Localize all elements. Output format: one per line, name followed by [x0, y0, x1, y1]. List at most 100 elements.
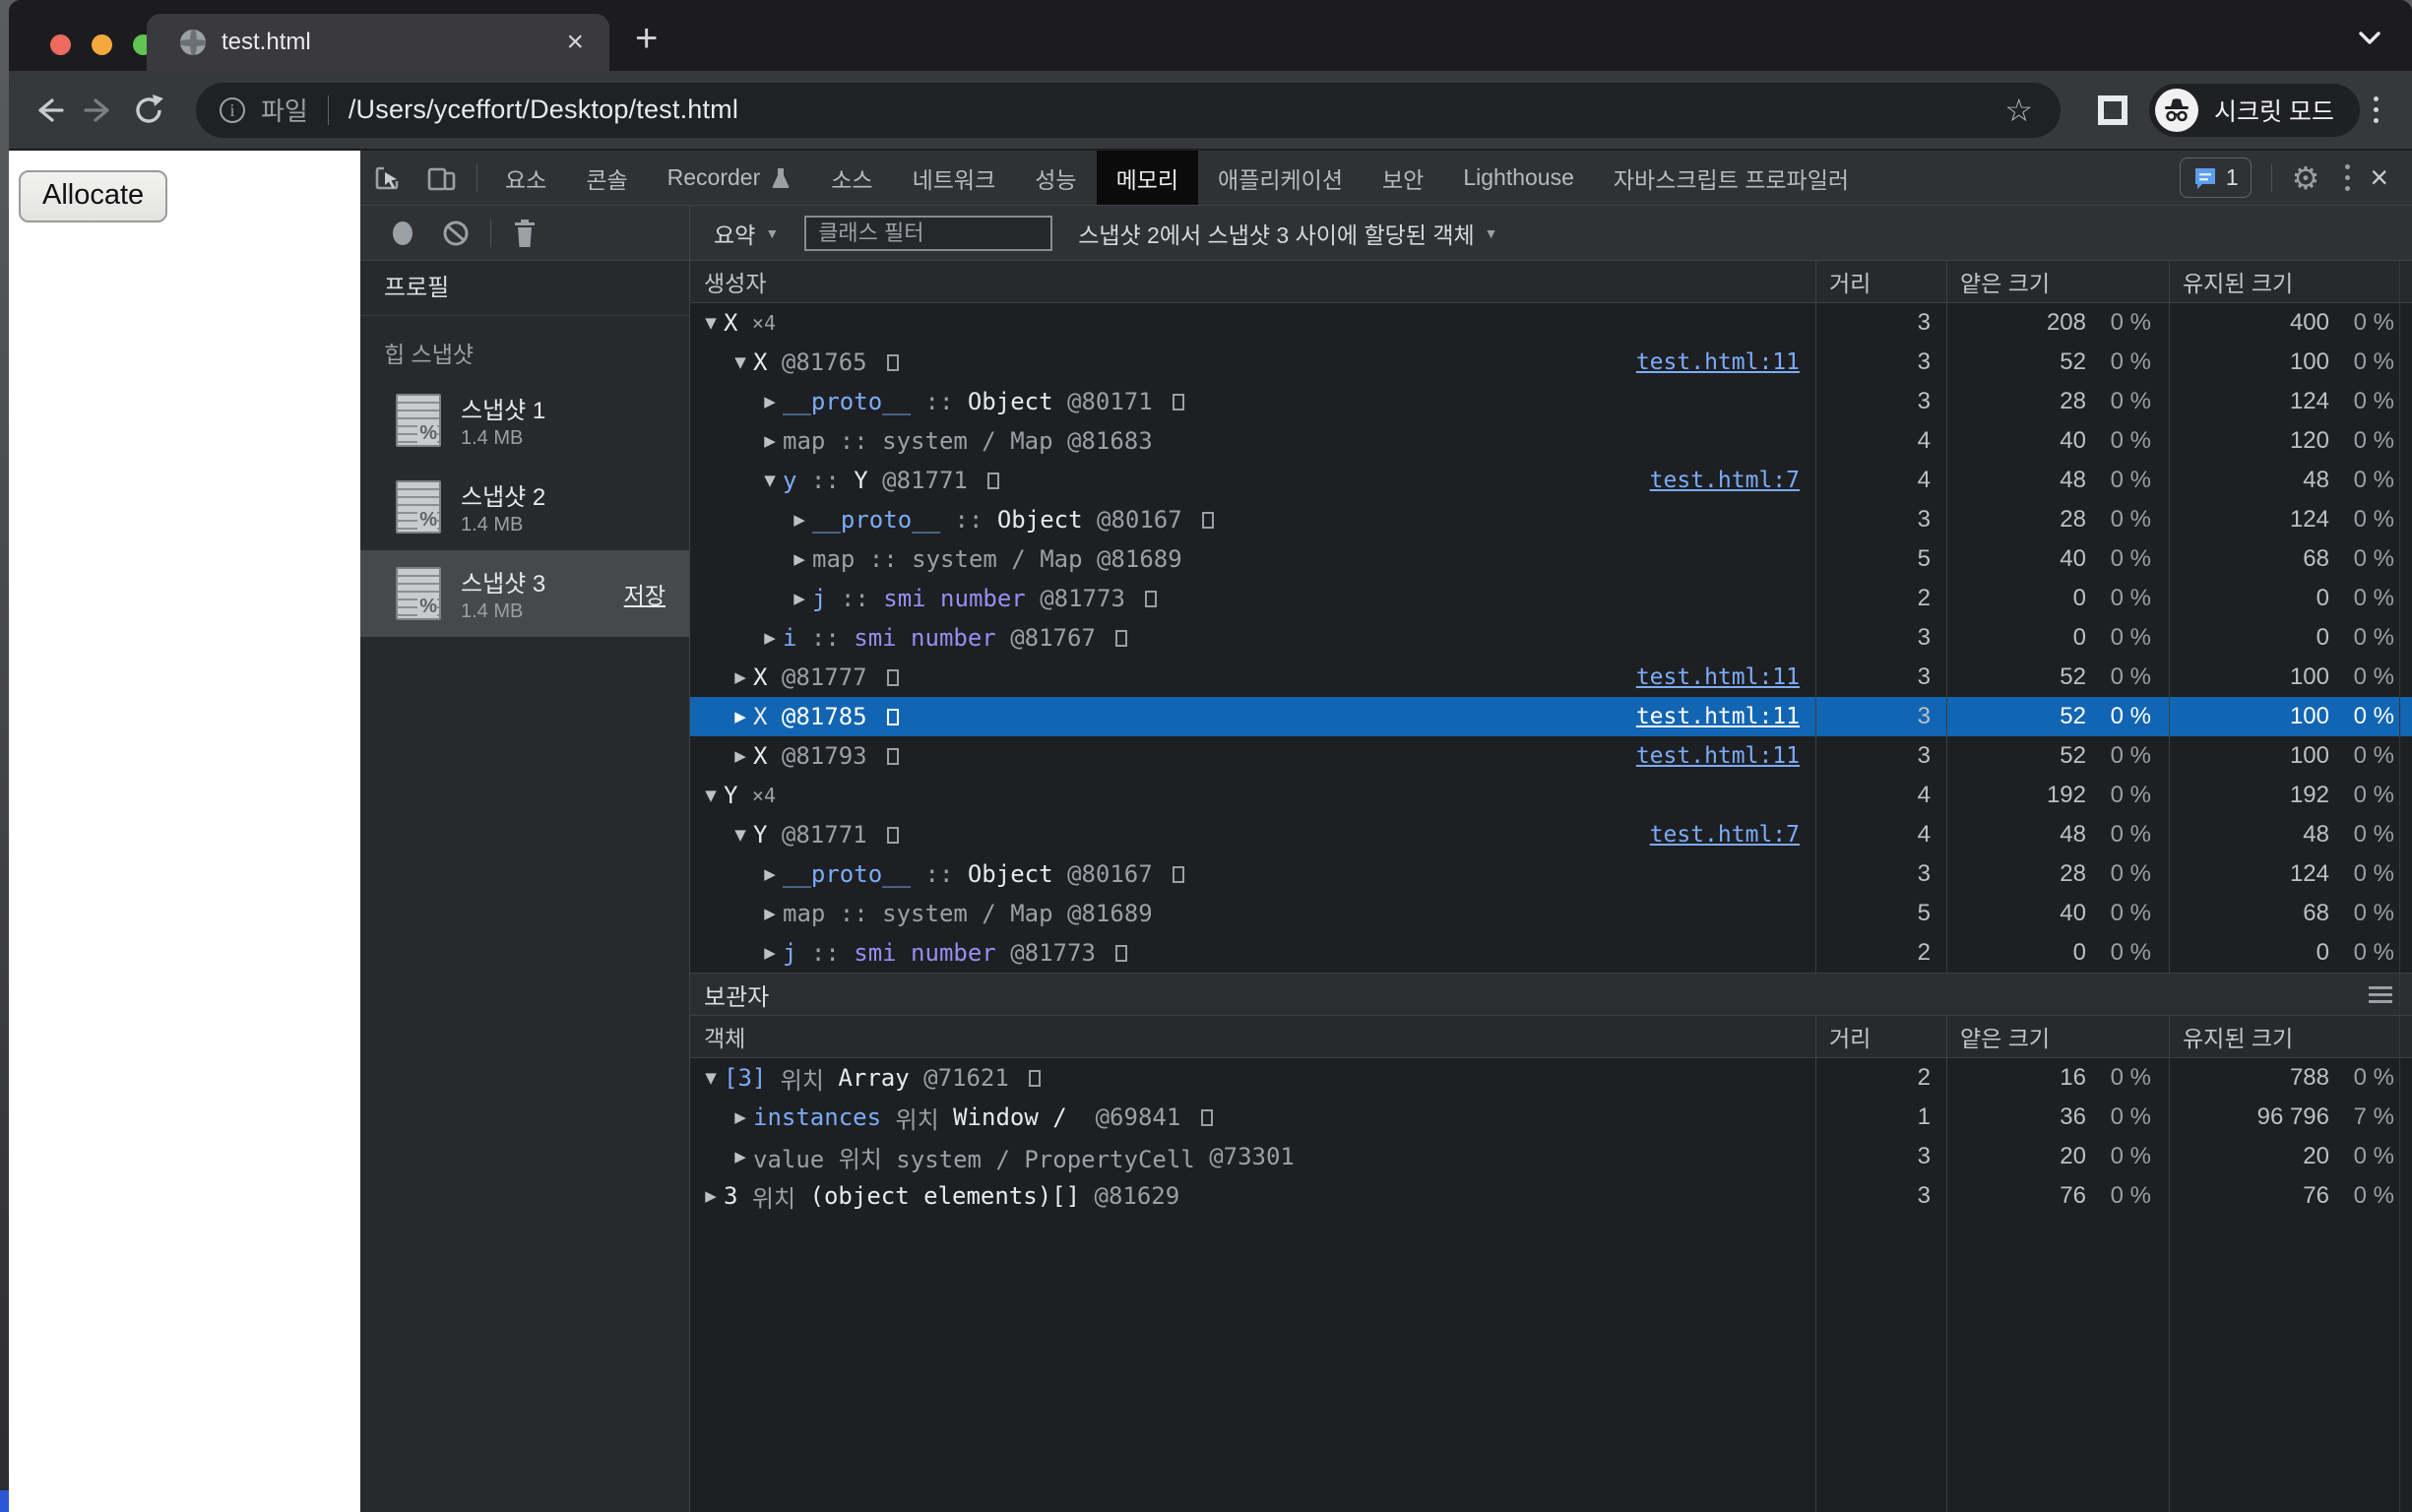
heap-tree-row[interactable]: ▼X @81765 test.html:113520 %1000 % [690, 343, 2412, 382]
collapse-arrow-icon[interactable]: ▼ [698, 787, 724, 804]
scrollbar-track[interactable] [2399, 261, 2400, 1512]
expand-arrow-icon[interactable]: ▶ [728, 708, 753, 725]
devtools-tab-Lighthouse[interactable]: Lighthouse [1443, 151, 1594, 205]
heap-tree-row[interactable]: ▶value 위치 system / PropertyCell @7330132… [690, 1137, 2412, 1176]
collapse-arrow-icon[interactable]: ▼ [757, 472, 783, 489]
devtools-tab-성능[interactable]: 성능 [1015, 151, 1096, 205]
issues-counter[interactable]: 1 [2180, 158, 2252, 198]
heap-tree-row[interactable]: ▶i :: smi number @81767 300 %00 % [690, 618, 2412, 658]
expand-arrow-icon[interactable]: ▶ [728, 1108, 753, 1126]
forward-button[interactable] [80, 94, 131, 127]
heap-tree-row[interactable]: ▶map :: system / Map @816895400 %680 % [690, 894, 2412, 933]
allocate-button[interactable]: Allocate [19, 170, 167, 222]
minimize-window-button[interactable] [92, 34, 112, 55]
col-distance[interactable]: 거리 [1815, 265, 1946, 298]
heap-tree-row[interactable]: ▶X @81777 test.html:113520 %1000 % [690, 658, 2412, 697]
heap-tree-row[interactable]: ▶j :: smi number @81773 200 %00 % [690, 579, 2412, 618]
expand-arrow-icon[interactable]: ▶ [787, 550, 812, 568]
heap-tree-row[interactable]: ▼Y @81771 test.html:74480 %480 % [690, 815, 2412, 854]
snapshot-item[interactable]: 스냅샷 21.4 MB [360, 464, 689, 550]
heap-tree-row[interactable]: ▶X @81785 test.html:113520 %1000 % [690, 697, 2412, 736]
source-link[interactable]: test.html:11 [1617, 349, 1815, 375]
side-panel-icon[interactable] [2098, 95, 2127, 125]
snapshot-item[interactable]: 스냅샷 11.4 MB [360, 377, 689, 464]
devtools-tab-자바스크립트 프로파일러[interactable]: 자바스크립트 프로파일러 [1594, 151, 1869, 205]
perspective-select[interactable]: 요약▼ [714, 217, 779, 250]
tab-search-chevron-icon[interactable] [2355, 28, 2384, 47]
col-retained-size[interactable]: 유지된 크기 [2169, 265, 2412, 298]
heap-tree-row[interactable]: ▶3 위치 (object elements)[] @816293760 %76… [690, 1176, 2412, 1216]
devtools-tab-요소[interactable]: 요소 [485, 151, 566, 205]
heap-tree-row[interactable]: ▼Y ×441920 %1920 % [690, 776, 2412, 815]
expand-arrow-icon[interactable]: ▶ [728, 668, 753, 686]
expand-arrow-icon[interactable]: ▶ [757, 629, 783, 647]
record-heap-icon[interactable] [376, 219, 429, 248]
bookmark-star-icon[interactable]: ☆ [1987, 92, 2051, 129]
settings-gear-icon[interactable]: ⚙ [2280, 159, 2332, 197]
expand-arrow-icon[interactable]: ▶ [757, 865, 783, 883]
expand-arrow-icon[interactable]: ▶ [757, 905, 783, 922]
col-object[interactable]: 객체 [690, 1020, 1815, 1053]
heap-tree-row[interactable]: ▶map :: system / Map @816895400 %680 % [690, 539, 2412, 579]
page-info-icon[interactable]: i [220, 97, 245, 123]
devtools-menu-icon[interactable] [2331, 164, 2364, 191]
expand-arrow-icon[interactable]: ▶ [757, 432, 783, 450]
source-link[interactable]: test.html:11 [1617, 743, 1815, 769]
heap-tree-row[interactable]: ▼[3] 위치 Array @71621 2160 %7880 % [690, 1058, 2412, 1098]
expand-arrow-icon[interactable]: ▶ [728, 747, 753, 765]
heap-tree-row[interactable]: ▶map :: system / Map @816834400 %1200 % [690, 421, 2412, 461]
devtools-tab-애플리케이션[interactable]: 애플리케이션 [1198, 151, 1363, 205]
collapse-arrow-icon[interactable]: ▼ [698, 1069, 724, 1087]
devtools-close-icon[interactable]: × [2364, 159, 2402, 196]
tab-close-icon[interactable]: × [560, 28, 590, 57]
delete-profile-icon[interactable] [499, 218, 550, 249]
collapse-arrow-icon[interactable]: ▼ [728, 826, 753, 844]
browser-tab[interactable]: test.html × [147, 14, 609, 71]
expand-arrow-icon[interactable]: ▶ [787, 511, 812, 529]
heap-tree-row[interactable]: ▼X ×432080 %4000 % [690, 303, 2412, 343]
snapshot-save-link[interactable]: 저장 [624, 577, 675, 610]
expand-arrow-icon[interactable]: ▶ [757, 944, 783, 962]
constructor-header-row[interactable]: 생성자 거리 얕은 크기 유지된 크기 [690, 261, 2412, 303]
devtools-tab-보안[interactable]: 보안 [1363, 151, 1443, 205]
expand-arrow-icon[interactable]: ▶ [728, 1148, 753, 1166]
close-window-button[interactable] [50, 34, 71, 55]
retainers-header-row[interactable]: 객체 거리 얕은 크기 유지된 크기 [690, 1016, 2412, 1058]
back-button[interactable] [29, 94, 80, 127]
devtools-tab-콘솔[interactable]: 콘솔 [566, 151, 647, 205]
heap-tree-row[interactable]: ▶X @81793 test.html:113520 %1000 % [690, 736, 2412, 776]
col-shallow-size[interactable]: 얕은 크기 [1946, 265, 2169, 298]
col-shallow-size[interactable]: 얕은 크기 [1946, 1020, 2169, 1053]
browser-menu-icon[interactable] [2360, 96, 2392, 123]
reload-button[interactable] [131, 93, 182, 128]
devtools-tab-Recorder[interactable]: Recorder [648, 151, 812, 205]
allocation-filter-select[interactable]: 스냅샷 2에서 스냅샷 3 사이에 할당된 객체▼ [1078, 217, 1497, 250]
class-filter-input[interactable] [804, 216, 1052, 251]
device-toolbar-icon[interactable] [413, 163, 469, 193]
devtools-tab-소스[interactable]: 소스 [811, 151, 892, 205]
clear-profiles-icon[interactable] [429, 219, 482, 248]
snapshot-item[interactable]: 스냅샷 31.4 MB저장 [360, 550, 689, 637]
col-constructor[interactable]: 생성자 [690, 265, 1815, 298]
col-distance[interactable]: 거리 [1815, 1020, 1946, 1053]
collapse-arrow-icon[interactable]: ▼ [698, 314, 724, 332]
url-scheme-chip[interactable]: 파일 [261, 92, 308, 128]
retainers-menu-icon[interactable] [2369, 986, 2392, 1003]
traffic-lights[interactable] [50, 34, 154, 55]
expand-arrow-icon[interactable]: ▶ [757, 393, 783, 410]
heap-tree-row[interactable]: ▶j :: smi number @81773 200 %00 % [690, 933, 2412, 973]
address-bar[interactable]: i 파일 /Users/yceffort/Desktop/test.html ☆ [196, 83, 2061, 138]
expand-arrow-icon[interactable]: ▶ [698, 1187, 724, 1205]
heap-tree-row[interactable]: ▶instances 위치 Window / @69841 1360 %96 7… [690, 1098, 2412, 1137]
heap-tree-row[interactable]: ▼y :: Y @81771 test.html:74480 %480 % [690, 461, 2412, 500]
heap-tree-row[interactable]: ▶__proto__ :: Object @80171 3280 %1240 % [690, 382, 2412, 421]
collapse-arrow-icon[interactable]: ▼ [728, 353, 753, 371]
heap-tree-row[interactable]: ▶__proto__ :: Object @80167 3280 %1240 % [690, 500, 2412, 539]
inspect-element-icon[interactable] [360, 163, 413, 193]
heap-tree-row[interactable]: ▶__proto__ :: Object @80167 3280 %1240 % [690, 854, 2412, 894]
source-link[interactable]: test.html:11 [1617, 664, 1815, 690]
new-tab-button[interactable]: + [635, 17, 658, 61]
url-text[interactable]: /Users/yceffort/Desktop/test.html [349, 94, 1988, 125]
source-link[interactable]: test.html:11 [1617, 704, 1815, 729]
source-link[interactable]: test.html:7 [1630, 822, 1815, 848]
